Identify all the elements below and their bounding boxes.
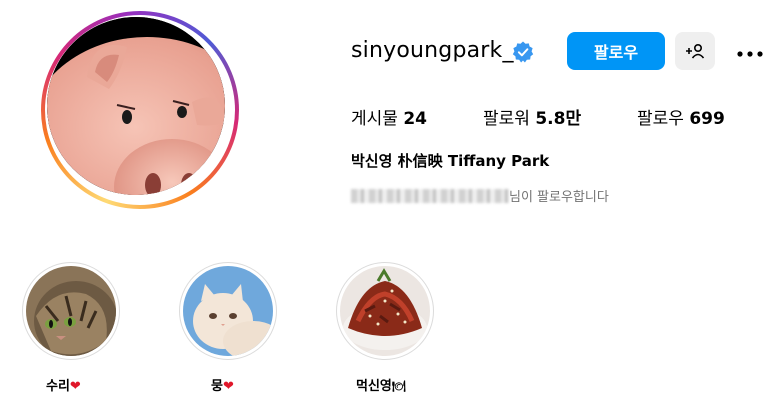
posts-label: 게시물 <box>351 109 398 129</box>
followers-count: 5.8만 <box>535 109 582 129</box>
pig-avatar-icon <box>47 17 225 195</box>
white-cat-photo-icon <box>183 266 273 356</box>
highlight-label-suri: 수리❤ <box>46 379 81 394</box>
heart-icon: ❤ <box>222 379 234 394</box>
followers-stat[interactable]: 팔로워 5.8만 <box>483 104 581 129</box>
highlight-suri[interactable] <box>22 262 120 360</box>
avatar-image <box>47 17 225 195</box>
followers-label: 팔로워 <box>483 109 530 129</box>
plate-icon: 🍽 <box>391 380 406 393</box>
following-count: 699 <box>689 109 725 129</box>
full-name: 박신영 朴信映 Tiffany Park <box>351 152 550 170</box>
add-person-icon <box>686 43 705 59</box>
following-stat[interactable]: 팔로우 699 <box>637 104 725 129</box>
highlight-mung[interactable] <box>179 262 277 360</box>
follow-button[interactable]: 팔로우 <box>567 32 665 70</box>
cat-photo-icon <box>26 266 116 356</box>
heart-icon: ❤ <box>69 379 81 394</box>
more-horizontal-icon <box>737 51 763 57</box>
followed-by[interactable]: 님이 팔로우합니다 <box>351 186 609 205</box>
suggested-users-button[interactable] <box>675 32 715 70</box>
following-label: 팔로우 <box>637 109 684 129</box>
highlight-label-meoksinyoung: 먹신영🍽 <box>356 379 406 394</box>
posts-stat: 게시물 24 <box>351 104 427 129</box>
blurred-usernames <box>351 189 509 203</box>
posts-count: 24 <box>403 109 427 129</box>
highlight-meoksinyoung[interactable] <box>336 262 434 360</box>
highlight-label-mung: 뭉❤ <box>211 379 234 394</box>
food-photo-icon <box>340 266 430 356</box>
profile-avatar[interactable] <box>41 11 239 209</box>
username: sinyoungpark_ <box>351 38 514 63</box>
verified-badge-icon <box>512 41 534 63</box>
followed-by-suffix: 님이 팔로우합니다 <box>509 190 609 205</box>
more-options-button[interactable] <box>733 32 767 70</box>
